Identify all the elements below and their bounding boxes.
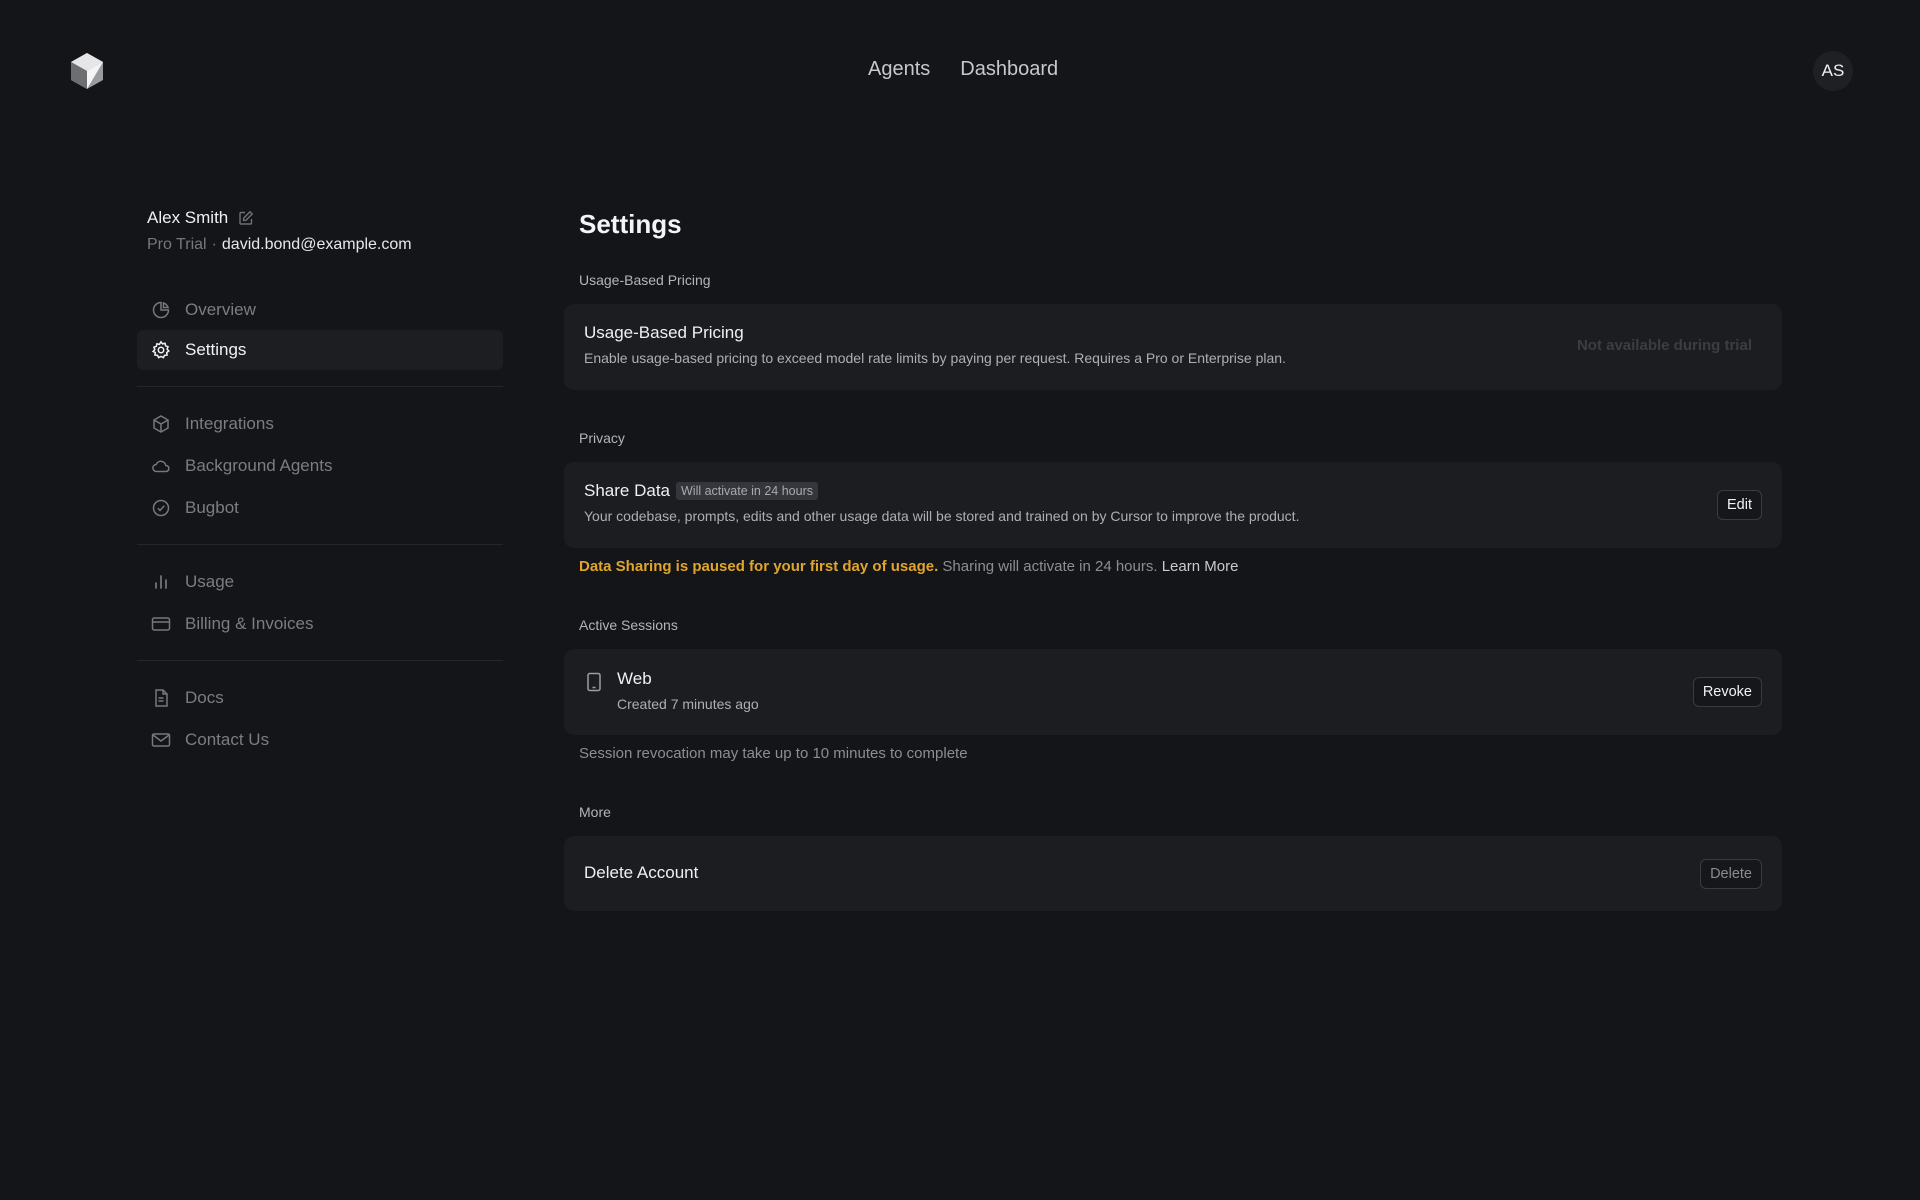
- data-sharing-warning: Data Sharing is paused for your first da…: [579, 558, 939, 575]
- section-label-active-sessions: Active Sessions: [579, 617, 678, 633]
- mail-icon: [151, 733, 171, 747]
- nav-dashboard[interactable]: Dashboard: [960, 58, 1058, 81]
- sidebar-divider: [137, 544, 503, 545]
- gear-icon: [151, 340, 170, 359]
- delete-account-card: Delete Account Delete: [564, 836, 1782, 911]
- sidebar-item-bugbot[interactable]: Bugbot: [137, 488, 503, 528]
- top-nav: Agents Dashboard: [868, 58, 1058, 81]
- check-circle-icon: [152, 499, 170, 517]
- user-meta: Pro Trial · david.bond@example.com: [147, 236, 412, 254]
- activation-badge: Will activate in 24 hours: [676, 482, 819, 500]
- section-label-privacy: Privacy: [579, 430, 625, 446]
- sidebar-item-label: Background Agents: [185, 456, 333, 475]
- sidebar-item-label: Docs: [185, 688, 224, 707]
- document-icon: [155, 689, 168, 707]
- sidebar-divider: [137, 660, 503, 661]
- section-label-usage-pricing: Usage-Based Pricing: [579, 272, 711, 288]
- sidebar-item-billing[interactable]: Billing & Invoices: [137, 604, 503, 644]
- card-title: Web: [617, 669, 652, 689]
- sidebar-item-label: Integrations: [185, 414, 274, 433]
- usage-pricing-title: Usage-Based Pricing: [584, 323, 744, 342]
- share-data-card: Share Data Will activate in 24 hours You…: [564, 462, 1782, 548]
- top-bar: Agents Dashboard AS: [0, 0, 1920, 142]
- cloud-icon: [152, 460, 170, 473]
- card-title: Delete Account: [584, 863, 698, 883]
- session-created: Created 7 minutes ago: [617, 696, 759, 712]
- plan-label: Pro Trial: [147, 236, 207, 253]
- user-email: david.bond@example.com: [221, 236, 412, 253]
- learn-more-link[interactable]: Learn More: [1162, 558, 1239, 575]
- sidebar-item-label: Overview: [185, 300, 256, 319]
- sidebar-item-background-agents[interactable]: Background Agents: [137, 446, 503, 486]
- usage-pricing-status: Not available during trial: [1576, 337, 1752, 354]
- section-label-more: More: [579, 804, 611, 820]
- edit-icon[interactable]: [238, 210, 254, 226]
- user-name: Alex Smith: [147, 208, 229, 227]
- avatar[interactable]: AS: [1813, 51, 1853, 91]
- session-revocation-note: Session revocation may take up to 10 min…: [579, 745, 968, 762]
- delete-button[interactable]: Delete: [1700, 859, 1762, 889]
- edit-button[interactable]: Edit: [1717, 490, 1762, 520]
- page-title: Settings: [579, 209, 682, 239]
- sidebar-item-settings[interactable]: Settings: [137, 330, 503, 370]
- meta-separator: ·: [211, 236, 217, 253]
- sidebar-item-overview[interactable]: Overview: [137, 290, 503, 330]
- bar-chart-icon: [155, 575, 167, 589]
- sidebar-item-label: Bugbot: [185, 498, 239, 517]
- data-sharing-note: Data Sharing is paused for your first da…: [579, 558, 1238, 575]
- card-title: Usage-Based Pricing: [584, 323, 744, 343]
- sidebar-item-docs[interactable]: Docs: [137, 678, 503, 718]
- sidebar-item-label: Billing & Invoices: [185, 614, 314, 633]
- card-title: Share Data Will activate in 24 hours: [584, 481, 819, 501]
- sidebar-item-label: Usage: [185, 572, 235, 591]
- pie-chart-icon: [152, 301, 170, 319]
- user-profile: Alex Smith: [147, 208, 254, 228]
- sidebar-item-contact[interactable]: Contact Us: [137, 720, 503, 760]
- credit-card-icon: [151, 617, 171, 631]
- sidebar-divider: [137, 386, 503, 387]
- sidebar-item-label: Contact Us: [185, 730, 270, 749]
- delete-account-title: Delete Account: [584, 863, 699, 882]
- usage-pricing-description: Enable usage-based pricing to exceed mod…: [584, 350, 1286, 366]
- cube-icon: [153, 415, 169, 433]
- session-title: Web: [617, 669, 652, 688]
- sidebar-item-label: Settings: [185, 340, 247, 359]
- share-data-title: Share Data: [584, 481, 670, 500]
- cursor-logo-icon[interactable]: [70, 52, 104, 90]
- share-data-description: Your codebase, prompts, edits and other …: [584, 508, 1300, 524]
- data-sharing-text: Sharing will activate in 24 hours.: [942, 558, 1158, 575]
- device-icon: [587, 672, 601, 692]
- usage-pricing-card: Usage-Based Pricing Enable usage-based p…: [564, 304, 1782, 390]
- nav-agents[interactable]: Agents: [868, 58, 930, 81]
- revoke-button[interactable]: Revoke: [1692, 677, 1762, 707]
- sidebar-item-integrations[interactable]: Integrations: [137, 404, 503, 444]
- session-card: Web Created 7 minutes ago Revoke: [564, 649, 1782, 735]
- sidebar-item-usage[interactable]: Usage: [137, 562, 503, 602]
